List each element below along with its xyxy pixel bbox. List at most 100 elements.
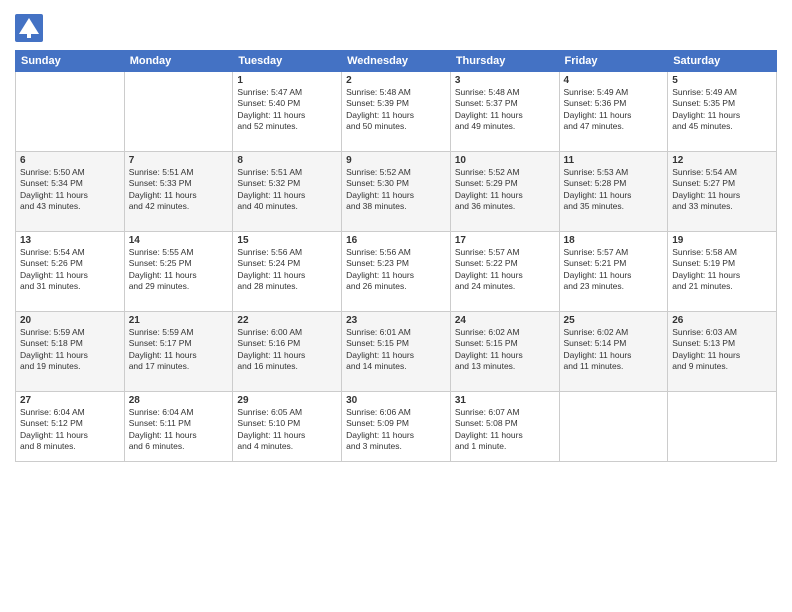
calendar-table: SundayMondayTuesdayWednesdayThursdayFrid…	[15, 50, 777, 462]
day-number: 29	[237, 395, 337, 406]
calendar-cell: 12Sunrise: 5:54 AM Sunset: 5:27 PM Dayli…	[668, 152, 777, 232]
day-number: 17	[455, 235, 555, 246]
day-number: 23	[346, 315, 446, 326]
cell-content: Sunrise: 5:53 AM Sunset: 5:28 PM Dayligh…	[564, 167, 664, 213]
cell-content: Sunrise: 6:06 AM Sunset: 5:09 PM Dayligh…	[346, 407, 446, 453]
cell-content: Sunrise: 5:58 AM Sunset: 5:19 PM Dayligh…	[672, 247, 772, 293]
calendar-cell: 1Sunrise: 5:47 AM Sunset: 5:40 PM Daylig…	[233, 72, 342, 152]
calendar-cell: 31Sunrise: 6:07 AM Sunset: 5:08 PM Dayli…	[450, 392, 559, 462]
cell-content: Sunrise: 5:56 AM Sunset: 5:23 PM Dayligh…	[346, 247, 446, 293]
calendar-cell: 10Sunrise: 5:52 AM Sunset: 5:29 PM Dayli…	[450, 152, 559, 232]
cell-content: Sunrise: 5:48 AM Sunset: 5:37 PM Dayligh…	[455, 87, 555, 133]
calendar-cell: 28Sunrise: 6:04 AM Sunset: 5:11 PM Dayli…	[124, 392, 233, 462]
calendar-cell: 19Sunrise: 5:58 AM Sunset: 5:19 PM Dayli…	[668, 232, 777, 312]
day-number: 24	[455, 315, 555, 326]
day-number: 30	[346, 395, 446, 406]
cell-content: Sunrise: 6:04 AM Sunset: 5:12 PM Dayligh…	[20, 407, 120, 453]
day-number: 14	[129, 235, 229, 246]
day-number: 2	[346, 75, 446, 86]
cell-content: Sunrise: 5:54 AM Sunset: 5:26 PM Dayligh…	[20, 247, 120, 293]
cell-content: Sunrise: 6:05 AM Sunset: 5:10 PM Dayligh…	[237, 407, 337, 453]
calendar-cell: 27Sunrise: 6:04 AM Sunset: 5:12 PM Dayli…	[16, 392, 125, 462]
calendar-cell: 14Sunrise: 5:55 AM Sunset: 5:25 PM Dayli…	[124, 232, 233, 312]
calendar-cell	[559, 392, 668, 462]
calendar-cell: 24Sunrise: 6:02 AM Sunset: 5:15 PM Dayli…	[450, 312, 559, 392]
cell-content: Sunrise: 6:07 AM Sunset: 5:08 PM Dayligh…	[455, 407, 555, 453]
logo-icon	[15, 14, 43, 42]
calendar-cell: 20Sunrise: 5:59 AM Sunset: 5:18 PM Dayli…	[16, 312, 125, 392]
calendar-cell: 9Sunrise: 5:52 AM Sunset: 5:30 PM Daylig…	[342, 152, 451, 232]
cell-content: Sunrise: 5:57 AM Sunset: 5:21 PM Dayligh…	[564, 247, 664, 293]
cell-content: Sunrise: 6:03 AM Sunset: 5:13 PM Dayligh…	[672, 327, 772, 373]
calendar-cell	[124, 72, 233, 152]
day-number: 18	[564, 235, 664, 246]
logo	[15, 14, 47, 42]
cell-content: Sunrise: 5:56 AM Sunset: 5:24 PM Dayligh…	[237, 247, 337, 293]
calendar-cell: 11Sunrise: 5:53 AM Sunset: 5:28 PM Dayli…	[559, 152, 668, 232]
weekday-header-friday: Friday	[559, 51, 668, 72]
cell-content: Sunrise: 5:50 AM Sunset: 5:34 PM Dayligh…	[20, 167, 120, 213]
day-number: 7	[129, 155, 229, 166]
cell-content: Sunrise: 5:52 AM Sunset: 5:30 PM Dayligh…	[346, 167, 446, 213]
cell-content: Sunrise: 6:02 AM Sunset: 5:14 PM Dayligh…	[564, 327, 664, 373]
calendar-cell: 21Sunrise: 5:59 AM Sunset: 5:17 PM Dayli…	[124, 312, 233, 392]
cell-content: Sunrise: 5:48 AM Sunset: 5:39 PM Dayligh…	[346, 87, 446, 133]
calendar-cell	[16, 72, 125, 152]
calendar-cell	[668, 392, 777, 462]
cell-content: Sunrise: 5:49 AM Sunset: 5:35 PM Dayligh…	[672, 87, 772, 133]
day-number: 27	[20, 395, 120, 406]
weekday-header-tuesday: Tuesday	[233, 51, 342, 72]
day-number: 3	[455, 75, 555, 86]
weekday-header-monday: Monday	[124, 51, 233, 72]
calendar-cell: 17Sunrise: 5:57 AM Sunset: 5:22 PM Dayli…	[450, 232, 559, 312]
day-number: 5	[672, 75, 772, 86]
weekday-header-thursday: Thursday	[450, 51, 559, 72]
day-number: 13	[20, 235, 120, 246]
cell-content: Sunrise: 5:51 AM Sunset: 5:33 PM Dayligh…	[129, 167, 229, 213]
weekday-header-row: SundayMondayTuesdayWednesdayThursdayFrid…	[16, 51, 777, 72]
day-number: 15	[237, 235, 337, 246]
header	[15, 10, 777, 42]
cell-content: Sunrise: 5:49 AM Sunset: 5:36 PM Dayligh…	[564, 87, 664, 133]
day-number: 6	[20, 155, 120, 166]
cell-content: Sunrise: 6:00 AM Sunset: 5:16 PM Dayligh…	[237, 327, 337, 373]
cell-content: Sunrise: 5:52 AM Sunset: 5:29 PM Dayligh…	[455, 167, 555, 213]
day-number: 25	[564, 315, 664, 326]
day-number: 31	[455, 395, 555, 406]
day-number: 1	[237, 75, 337, 86]
calendar-cell: 30Sunrise: 6:06 AM Sunset: 5:09 PM Dayli…	[342, 392, 451, 462]
calendar-cell: 25Sunrise: 6:02 AM Sunset: 5:14 PM Dayli…	[559, 312, 668, 392]
calendar-cell: 22Sunrise: 6:00 AM Sunset: 5:16 PM Dayli…	[233, 312, 342, 392]
calendar-cell: 13Sunrise: 5:54 AM Sunset: 5:26 PM Dayli…	[16, 232, 125, 312]
cell-content: Sunrise: 5:57 AM Sunset: 5:22 PM Dayligh…	[455, 247, 555, 293]
day-number: 10	[455, 155, 555, 166]
day-number: 20	[20, 315, 120, 326]
calendar-cell: 2Sunrise: 5:48 AM Sunset: 5:39 PM Daylig…	[342, 72, 451, 152]
day-number: 22	[237, 315, 337, 326]
cell-content: Sunrise: 6:01 AM Sunset: 5:15 PM Dayligh…	[346, 327, 446, 373]
day-number: 16	[346, 235, 446, 246]
cell-content: Sunrise: 5:54 AM Sunset: 5:27 PM Dayligh…	[672, 167, 772, 213]
page-container: SundayMondayTuesdayWednesdayThursdayFrid…	[0, 0, 792, 612]
calendar-cell: 29Sunrise: 6:05 AM Sunset: 5:10 PM Dayli…	[233, 392, 342, 462]
day-number: 8	[237, 155, 337, 166]
day-number: 9	[346, 155, 446, 166]
calendar-cell: 26Sunrise: 6:03 AM Sunset: 5:13 PM Dayli…	[668, 312, 777, 392]
calendar-cell: 7Sunrise: 5:51 AM Sunset: 5:33 PM Daylig…	[124, 152, 233, 232]
calendar-cell: 16Sunrise: 5:56 AM Sunset: 5:23 PM Dayli…	[342, 232, 451, 312]
cell-content: Sunrise: 6:02 AM Sunset: 5:15 PM Dayligh…	[455, 327, 555, 373]
calendar-cell: 8Sunrise: 5:51 AM Sunset: 5:32 PM Daylig…	[233, 152, 342, 232]
cell-content: Sunrise: 5:47 AM Sunset: 5:40 PM Dayligh…	[237, 87, 337, 133]
cell-content: Sunrise: 6:04 AM Sunset: 5:11 PM Dayligh…	[129, 407, 229, 453]
calendar-cell: 6Sunrise: 5:50 AM Sunset: 5:34 PM Daylig…	[16, 152, 125, 232]
day-number: 21	[129, 315, 229, 326]
calendar-cell: 15Sunrise: 5:56 AM Sunset: 5:24 PM Dayli…	[233, 232, 342, 312]
day-number: 4	[564, 75, 664, 86]
weekday-header-saturday: Saturday	[668, 51, 777, 72]
cell-content: Sunrise: 5:59 AM Sunset: 5:18 PM Dayligh…	[20, 327, 120, 373]
day-number: 19	[672, 235, 772, 246]
day-number: 11	[564, 155, 664, 166]
calendar-cell: 4Sunrise: 5:49 AM Sunset: 5:36 PM Daylig…	[559, 72, 668, 152]
cell-content: Sunrise: 5:51 AM Sunset: 5:32 PM Dayligh…	[237, 167, 337, 213]
weekday-header-sunday: Sunday	[16, 51, 125, 72]
